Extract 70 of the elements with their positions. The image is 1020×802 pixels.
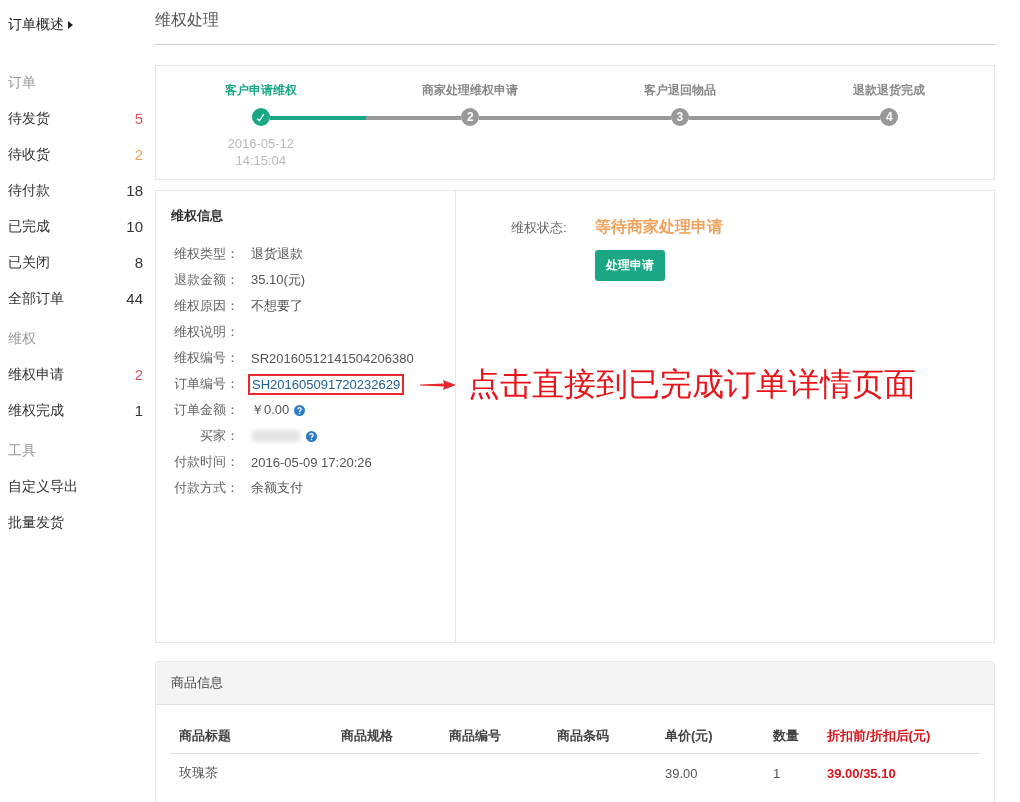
group-title: 订单 [8,74,37,92]
step-number: 4 [880,108,899,126]
field-value: SR20160512141504206380 [251,350,414,366]
item-count: 10 [126,218,143,237]
item-label: 全部订单 [8,290,64,308]
item-count: 44 [126,290,143,309]
page-title: 维权处理 [155,10,995,45]
field-label: 维权编号： [173,349,239,367]
column-header: 数量 [765,721,819,754]
field-label: 买家： [199,427,239,445]
item-label: 维权完成 [8,402,64,420]
field-label: 维权原因： [173,297,239,315]
item-count: 2 [134,146,143,165]
table-cell: 1 [765,753,819,792]
item-label: 待发货 [8,110,50,128]
overview-link[interactable]: 订单概述 [8,16,155,34]
field-label: 订单金额： [173,401,239,419]
help-icon[interactable] [306,430,317,442]
field-label: 付款方式： [173,479,239,497]
step-time: 14:15:04 [235,152,287,169]
group-title: 维权 [8,330,37,348]
step-label: 客户申请维权 [224,82,297,96]
item-label: 待付款 [8,182,50,200]
annotation-text: 点击直接到已完成订单详情页面 [468,365,916,404]
item-count: 5 [134,110,143,129]
field-value: 不想要了 [251,297,303,315]
arrow-icon [420,379,456,391]
field-label: 订单编号： [173,375,239,393]
help-icon[interactable] [294,404,306,416]
step-label: 客户退回物品 [643,82,716,96]
column-header: 单价(元) [657,721,765,754]
item-count: 2 [134,366,143,385]
field-value: ￥0.00 [251,401,290,419]
item-count: 1 [134,402,143,421]
step-number: 3 [670,108,689,126]
section-title: 维权信息 [171,207,224,225]
column-header: 商品标题 [171,721,333,754]
item-label: 自定义导出 [8,478,78,496]
step-label: 商家处理维权申请 [422,82,519,96]
step-date: 2016-05-12 [227,135,294,152]
step-label: 退款退货完成 [853,82,926,96]
field-value: 退货退款 [251,245,303,263]
group-title: 工具 [8,442,37,460]
column-header: 商品规格 [333,721,441,754]
table-cell: 39.00/35.10 [819,753,979,792]
table-cell: 39.00 [657,753,765,792]
item-count: 8 [134,254,143,273]
item-label: 批量发货 [8,514,64,532]
field-value: 35.10(元) [251,271,306,289]
status-value: 等待商家处理申请 [594,217,723,237]
column-header: 商品条码 [549,721,657,754]
field-label: 退款金额： [173,271,239,289]
section-header: 商品信息 [156,662,994,705]
field-label: 维权类型： [173,245,239,263]
item-count: 18 [126,182,143,201]
item-label: 维权申请 [8,366,64,384]
status-label: 维权状态: [511,219,567,237]
caret-icon [68,21,73,29]
order-number-link[interactable]: SH201605091720232629 [251,376,402,392]
field-label: 付款时间： [173,453,239,471]
item-label: 待收货 [8,146,50,164]
column-header: 折扣前/折扣后(元) [819,721,979,754]
field-value: 2016-05-09 17:20:26 [251,454,372,470]
table-cell: 玫瑰茶 [171,753,333,792]
item-label: 已关闭 [8,254,50,272]
item-label: 已完成 [8,218,50,236]
field-label: 维权说明： [173,323,239,341]
column-header: 商品编号 [441,721,549,754]
field-value: 余额支付 [251,479,303,497]
step-number: 2 [461,108,480,126]
